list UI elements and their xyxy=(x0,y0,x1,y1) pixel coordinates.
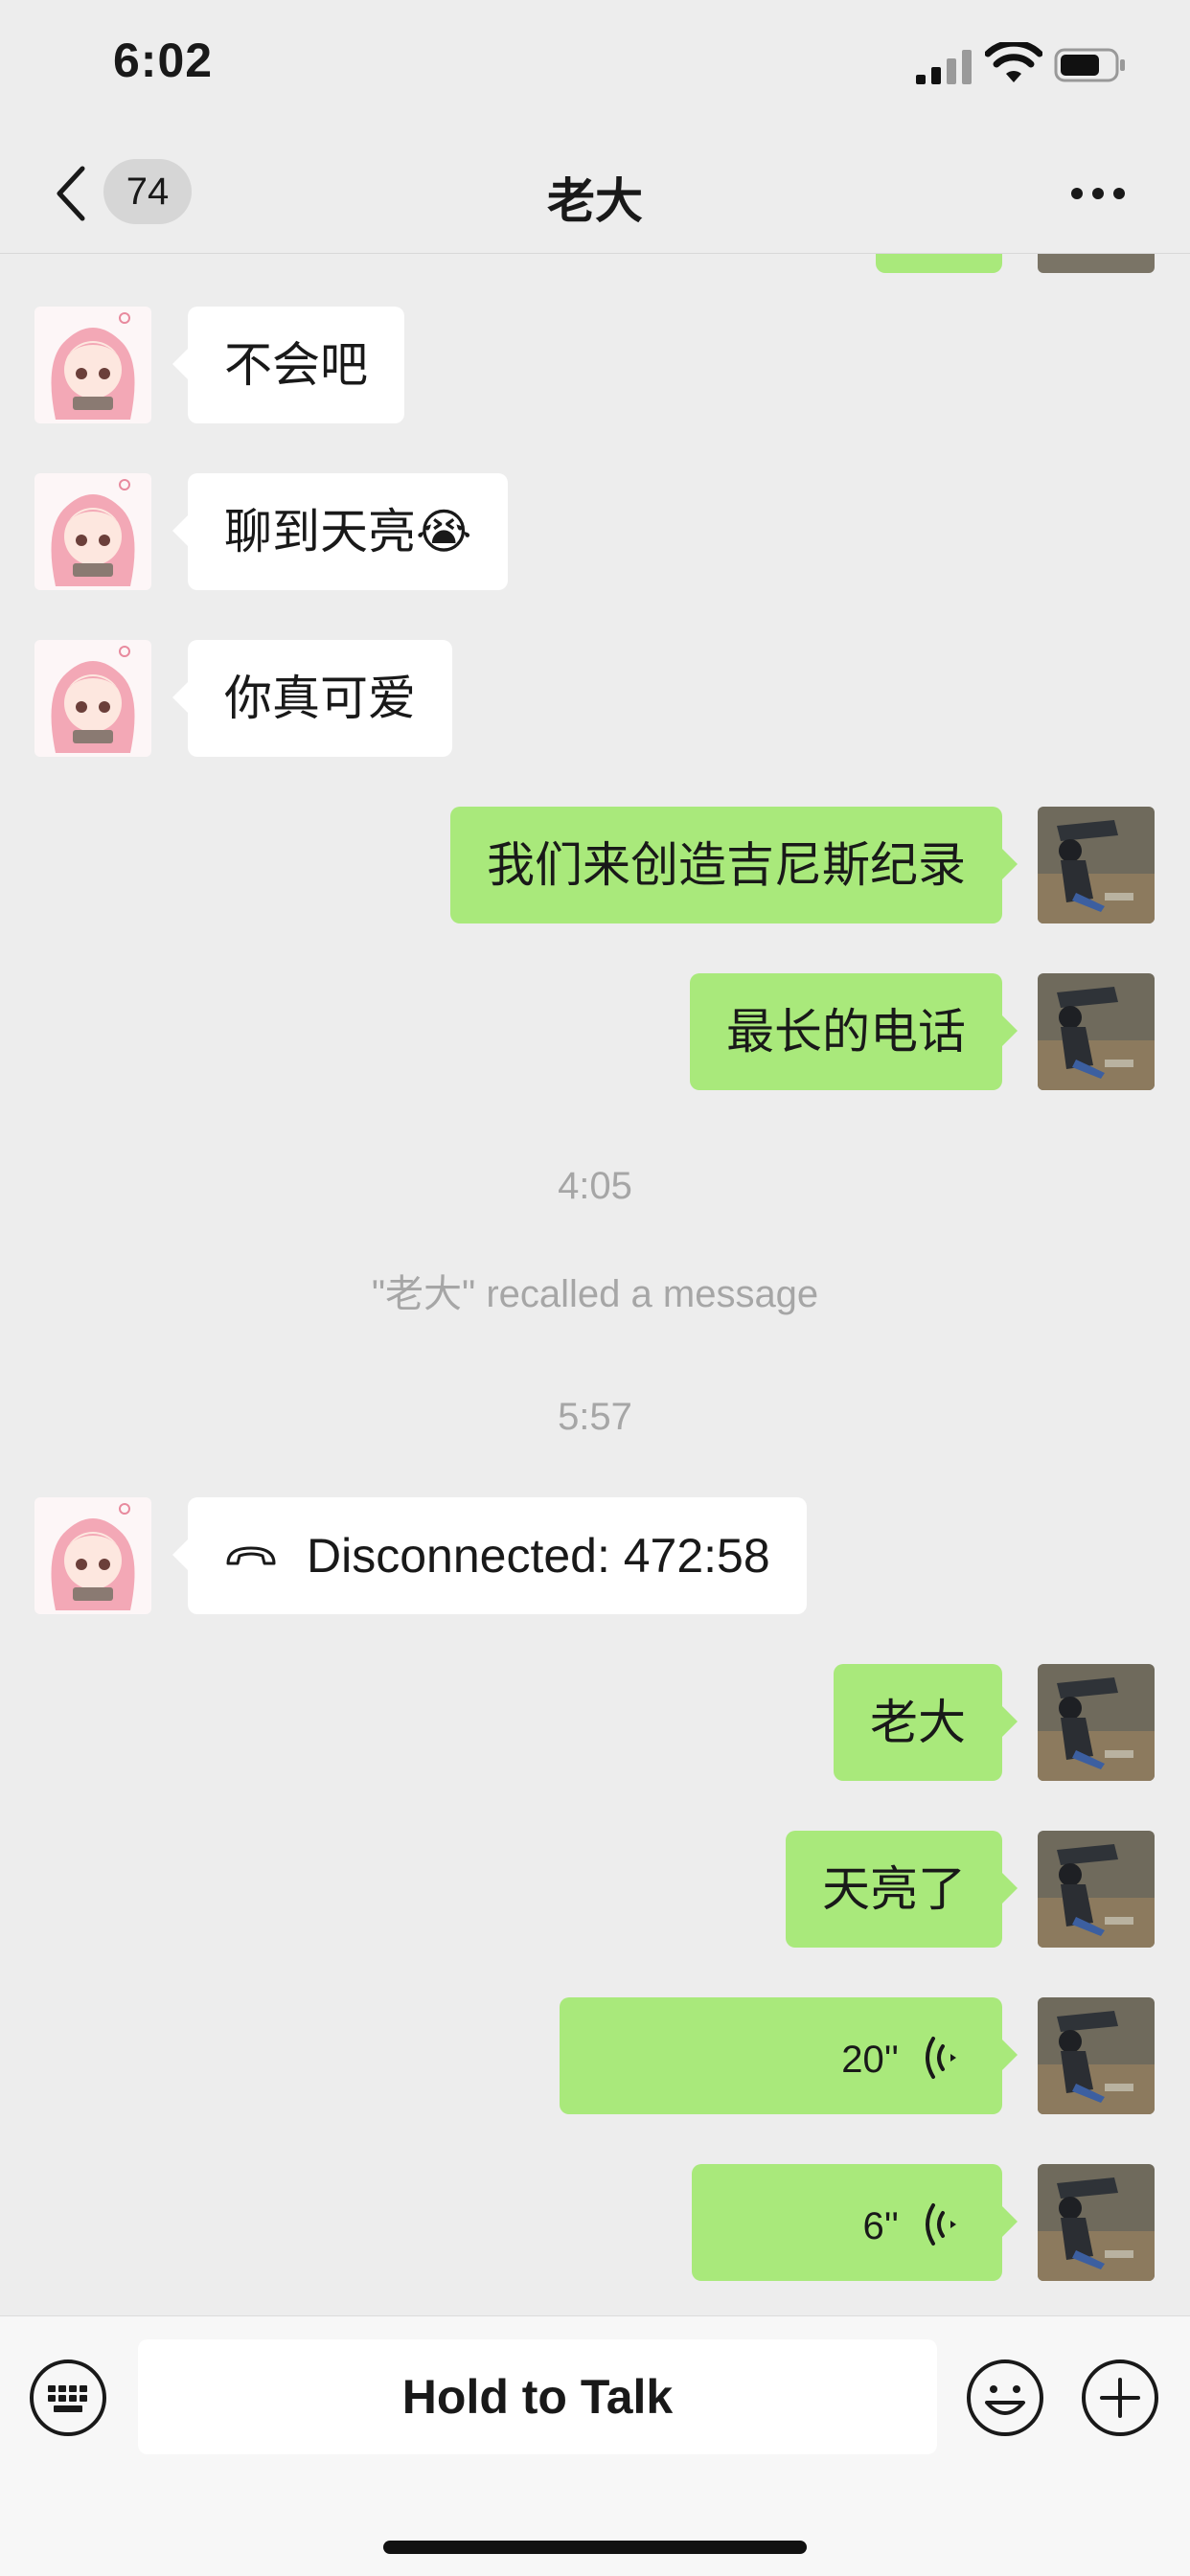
voice-message-bubble[interactable]: 20'' xyxy=(560,1997,1018,2114)
sent-message-bubble[interactable]: 最长的电话 xyxy=(690,973,1018,1090)
emoji-icon[interactable] xyxy=(966,2359,1044,2437)
hold-to-talk-button[interactable]: Hold to Talk xyxy=(138,2339,937,2454)
recalled-message-notice: "老大" recalled a message xyxy=(371,1273,819,1315)
more-options-icon[interactable] xyxy=(1069,186,1127,201)
received-message-bubble[interactable]: 聊到天亮😭 xyxy=(172,473,509,590)
voice-duration: 20'' xyxy=(841,2038,899,2081)
sent-message-bubble[interactable]: 天亮了 xyxy=(786,1831,1018,1948)
my-avatar[interactable] xyxy=(1038,973,1155,1090)
status-bar: 6:02 xyxy=(0,0,1190,134)
call-record-bubble[interactable]: Disconnected: 472:58 xyxy=(172,1497,807,1614)
sent-message-bubble[interactable]: 老大 xyxy=(834,1664,1018,1781)
wifi-icon xyxy=(985,42,1042,82)
home-indicator[interactable] xyxy=(383,2541,807,2554)
my-avatar[interactable] xyxy=(1038,2164,1155,2281)
chat-title: 老大 xyxy=(547,174,643,228)
contact-avatar[interactable] xyxy=(34,1497,151,1614)
phone-hangup-icon xyxy=(226,1546,276,1565)
my-avatar[interactable] xyxy=(1038,807,1155,923)
status-time: 6:02 xyxy=(113,34,214,87)
received-message-bubble[interactable]: 你真可爱 xyxy=(172,640,452,757)
call-status-text: Disconnected: 472:58 xyxy=(307,1529,770,1583)
contact-avatar[interactable] xyxy=(34,640,151,757)
my-avatar[interactable] xyxy=(1038,1831,1155,1948)
battery-icon xyxy=(1054,48,1125,82)
contact-avatar[interactable] xyxy=(34,307,151,423)
voice-wave-icon xyxy=(926,2036,956,2079)
voice-duration: 6'' xyxy=(862,2204,899,2247)
message-list[interactable]: 不会吧 聊到天亮😭 你真可爱 我们来创造吉尼斯纪录 最长的电话 4:05 "老大… xyxy=(0,254,1190,2315)
plus-icon[interactable] xyxy=(1081,2359,1159,2437)
timestamp: 4:05 xyxy=(558,1165,632,1207)
partial-message-bubble xyxy=(876,254,1002,273)
voice-wave-icon xyxy=(926,2202,956,2245)
sent-message-bubble[interactable]: 我们来创造吉尼斯纪录 xyxy=(450,807,1018,923)
keyboard-toggle-icon[interactable] xyxy=(29,2359,107,2437)
my-avatar[interactable] xyxy=(1038,1664,1155,1781)
cellular-signal-icon xyxy=(916,50,972,84)
my-avatar[interactable] xyxy=(1038,1997,1155,2114)
input-bar: Hold to Talk xyxy=(0,2315,1190,2576)
timestamp: 5:57 xyxy=(558,1396,632,1438)
partial-avatar xyxy=(1038,254,1155,273)
contact-avatar[interactable] xyxy=(34,473,151,590)
voice-message-bubble[interactable]: 6'' xyxy=(692,2164,1018,2281)
chat-header: 74 老大 xyxy=(0,134,1190,254)
received-message-bubble[interactable]: 不会吧 xyxy=(172,307,404,423)
